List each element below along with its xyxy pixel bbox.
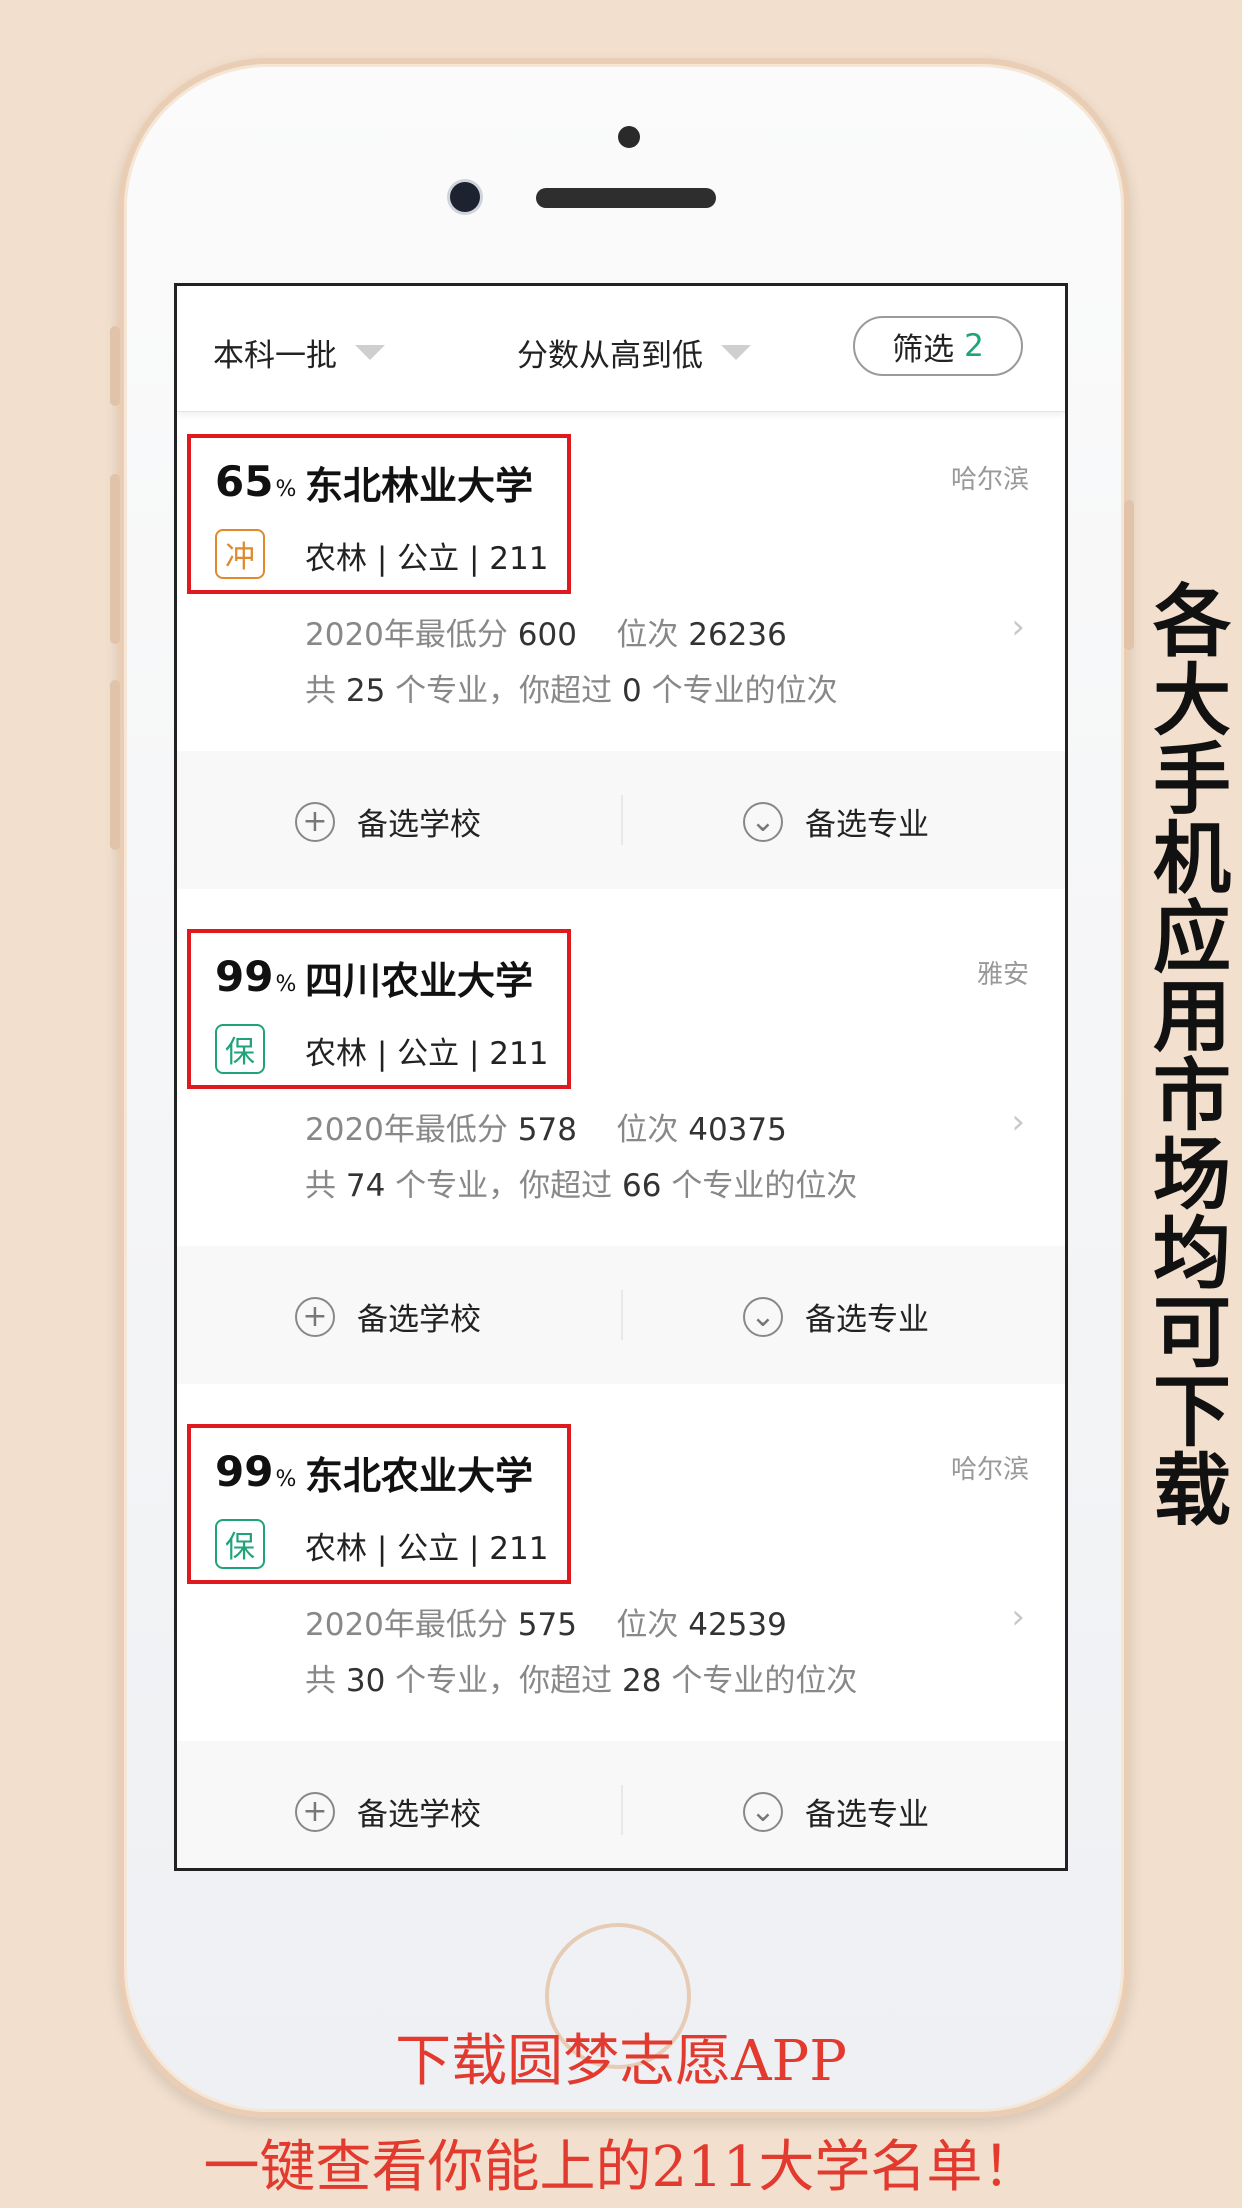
university-name: 四川农业大学	[305, 959, 534, 1003]
side-promo-text: 各大手机应用市场均可下载	[1140, 580, 1230, 1528]
university-info: 农林 | 公立 | 211	[305, 1531, 549, 1567]
university-card: 99% 东北农业大学 保 农林 | 公立 | 211 哈尔滨 2020年最低分 …	[177, 1409, 1065, 1868]
batch-label: 本科一批	[213, 338, 337, 374]
sort-label: 分数从高到低	[517, 338, 703, 374]
add-major-button[interactable]: ⌄ 备选专业	[743, 799, 929, 844]
mute-switch	[110, 326, 120, 406]
filter-bar: 本科一批 分数从高到低 筛选 2	[177, 286, 1065, 412]
card-actions: + 备选学校 ⌄ 备选专业	[177, 1246, 1065, 1384]
add-circle-icon: +	[295, 1791, 335, 1832]
score-line: 2020年最低分 578 位次 40375	[305, 1112, 787, 1148]
add-major-button[interactable]: ⌄ 备选专业	[743, 1789, 929, 1834]
add-school-button[interactable]: + 备选学校	[295, 1789, 481, 1834]
add-school-button[interactable]: + 备选学校	[295, 799, 481, 844]
university-card: 65% 东北林业大学 冲 农林 | 公立 | 211 哈尔滨 2020年最低分 …	[177, 419, 1065, 889]
university-card-body[interactable]: 99% 四川农业大学 保 农林 | 公立 | 211 雅安 2020年最低分 5…	[177, 914, 1065, 1246]
add-circle-icon: +	[295, 1296, 335, 1337]
sort-dropdown[interactable]: 分数从高到低	[517, 330, 751, 375]
chevron-right-icon: ›	[1011, 607, 1025, 647]
batch-dropdown[interactable]: 本科一批	[213, 330, 385, 375]
divider	[621, 1290, 623, 1340]
university-card: 99% 四川农业大学 保 农林 | 公立 | 211 雅安 2020年最低分 5…	[177, 914, 1065, 1384]
app-screen: 本科一批 分数从高到低 筛选 2 65% 东北林业大学 冲 农林 | 公立 | …	[174, 283, 1068, 1871]
chevron-right-icon: ›	[1011, 1102, 1025, 1142]
admission-probability: 65%	[215, 457, 297, 506]
card-actions: + 备选学校 ⌄ 备选专业	[177, 751, 1065, 889]
chevron-down-circle-icon: ⌄	[743, 1296, 783, 1337]
filter-button[interactable]: 筛选 2	[853, 316, 1023, 376]
score-line: 2020年最低分 600 位次 26236	[305, 617, 787, 653]
filter-label: 筛选	[892, 331, 955, 368]
power-button	[1124, 500, 1134, 650]
chevron-down-circle-icon: ⌄	[743, 801, 783, 842]
add-circle-icon: +	[295, 801, 335, 842]
majors-line: 共 30 个专业，你超过 28 个专业的位次	[305, 1663, 858, 1699]
risk-tag: 冲	[215, 529, 265, 579]
chevron-down-circle-icon: ⌄	[743, 1791, 783, 1832]
add-major-button[interactable]: ⌄ 备选专业	[743, 1294, 929, 1339]
university-info: 农林 | 公立 | 211	[305, 1036, 549, 1072]
city-label: 雅安	[976, 960, 1029, 990]
earpiece-speaker	[536, 188, 716, 208]
dropdown-caret-icon	[355, 345, 385, 360]
volume-up-button	[110, 474, 120, 644]
front-camera	[450, 182, 480, 212]
university-name: 东北林业大学	[305, 464, 534, 508]
university-card-body[interactable]: 65% 东北林业大学 冲 农林 | 公立 | 211 哈尔滨 2020年最低分 …	[177, 419, 1065, 751]
volume-down-button	[110, 680, 120, 850]
chevron-right-icon: ›	[1011, 1597, 1025, 1637]
proximity-sensor	[618, 126, 640, 148]
majors-line: 共 25 个专业，你超过 0 个专业的位次	[305, 673, 838, 709]
city-label: 哈尔滨	[950, 1455, 1029, 1485]
admission-probability: 99%	[215, 952, 297, 1001]
university-card-body[interactable]: 99% 东北农业大学 保 农林 | 公立 | 211 哈尔滨 2020年最低分 …	[177, 1409, 1065, 1741]
promo-headline: 下载圆梦志愿APP	[395, 2029, 847, 2094]
university-info: 农林 | 公立 | 211	[305, 541, 549, 577]
add-school-button[interactable]: + 备选学校	[295, 1294, 481, 1339]
majors-line: 共 74 个专业，你超过 66 个专业的位次	[305, 1168, 858, 1204]
divider	[621, 795, 623, 845]
filter-count: 2	[964, 328, 984, 364]
safe-tag: 保	[215, 1024, 265, 1074]
divider	[621, 1785, 623, 1835]
dropdown-caret-icon	[721, 345, 751, 360]
promo-subline: 一键查看你能上的211大学名单！	[203, 2135, 1039, 2200]
score-line: 2020年最低分 575 位次 42539	[305, 1607, 787, 1643]
city-label: 哈尔滨	[950, 465, 1029, 495]
university-name: 东北农业大学	[305, 1454, 534, 1498]
safe-tag: 保	[215, 1519, 265, 1569]
card-actions: + 备选学校 ⌄ 备选专业	[177, 1741, 1065, 1868]
admission-probability: 99%	[215, 1447, 297, 1496]
